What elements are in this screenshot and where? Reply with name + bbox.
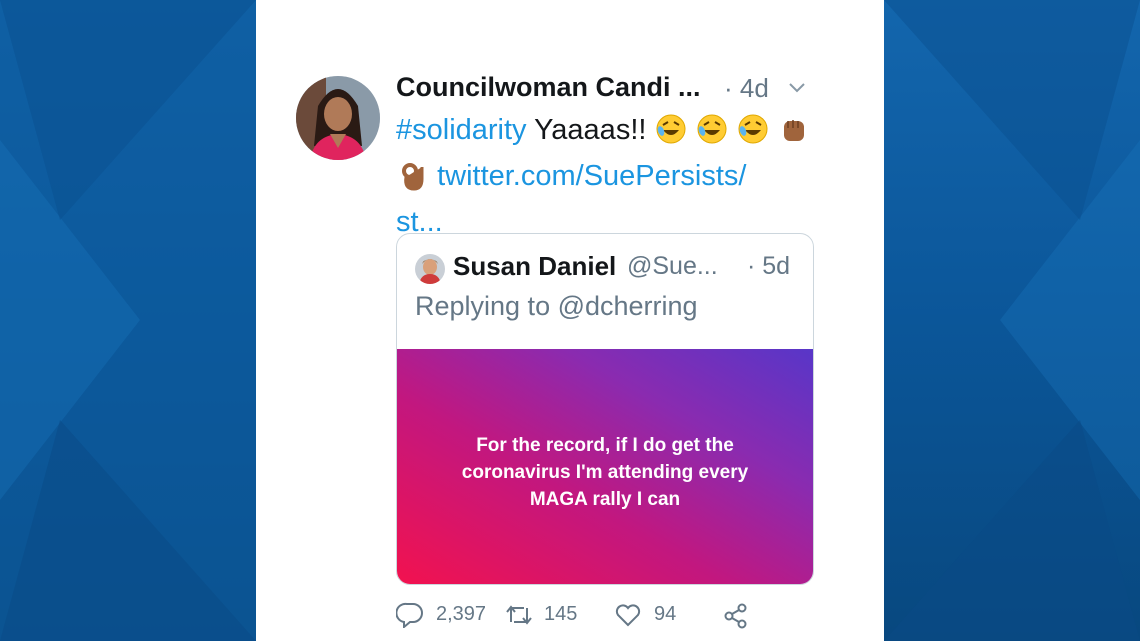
quoted-author-name[interactable]: Susan Daniel bbox=[453, 251, 616, 282]
retweet-icon bbox=[506, 605, 532, 625]
rofl-emoji-icon bbox=[738, 114, 768, 144]
quoted-author-handle[interactable]: @Sue... bbox=[627, 252, 718, 281]
share-button[interactable] bbox=[722, 600, 752, 630]
tweet-timestamp[interactable]: · 4d bbox=[724, 73, 769, 104]
reply-icon bbox=[396, 602, 423, 628]
media-caption-line: MAGA rally I can bbox=[529, 489, 681, 510]
replying-to-label[interactable]: Replying to @dcherring bbox=[415, 291, 698, 322]
tweet-link-line1[interactable]: twitter.com/SuePersists/ bbox=[437, 160, 746, 192]
reply-count: 2,397 bbox=[436, 603, 487, 625]
chevron-down-icon[interactable] bbox=[787, 80, 807, 96]
tweet-action-bar: 2,397 145 94 bbox=[396, 600, 776, 630]
like-count: 94 bbox=[654, 603, 677, 625]
ok-hand-emoji-icon bbox=[402, 163, 424, 191]
retweet-button[interactable]: 145 bbox=[504, 600, 584, 630]
media-caption-line: coronavirus I'm attending every bbox=[461, 462, 749, 483]
retweet-count: 145 bbox=[544, 603, 578, 625]
like-button[interactable]: 94 bbox=[614, 600, 684, 630]
quoted-tweet[interactable]: Susan Daniel @Sue... · 5d Replying to @d… bbox=[396, 233, 814, 585]
rofl-emoji-icon bbox=[697, 114, 727, 144]
raised-fist-emoji-icon bbox=[783, 120, 804, 141]
rofl-emoji-icon bbox=[656, 114, 685, 144]
reply-button[interactable]: 2,397 bbox=[396, 600, 496, 630]
quoted-tweet-timestamp[interactable]: · 5d bbox=[747, 252, 790, 281]
media-caption-line: For the record, if I do get the bbox=[476, 435, 734, 456]
quoted-author-avatar[interactable] bbox=[415, 254, 445, 284]
quoted-tweet-media[interactable]: For the record, if I do get the coronavi… bbox=[397, 349, 813, 584]
author-avatar[interactable] bbox=[296, 76, 380, 160]
media-caption: For the record, if I do get the coronavi… bbox=[415, 432, 795, 513]
share-icon bbox=[724, 603, 747, 629]
tweet-header: Councilwoman Candi ... · 4d bbox=[396, 70, 816, 110]
hashtag-link[interactable]: #solidarity bbox=[396, 114, 527, 146]
heart-icon bbox=[615, 604, 641, 627]
tweet-body: #solidarity Yaaaas!! twitter.com/SuePers… bbox=[396, 110, 836, 242]
tweet-text: Yaaaas!! bbox=[534, 114, 647, 146]
author-name[interactable]: Councilwoman Candi ... bbox=[396, 72, 701, 103]
